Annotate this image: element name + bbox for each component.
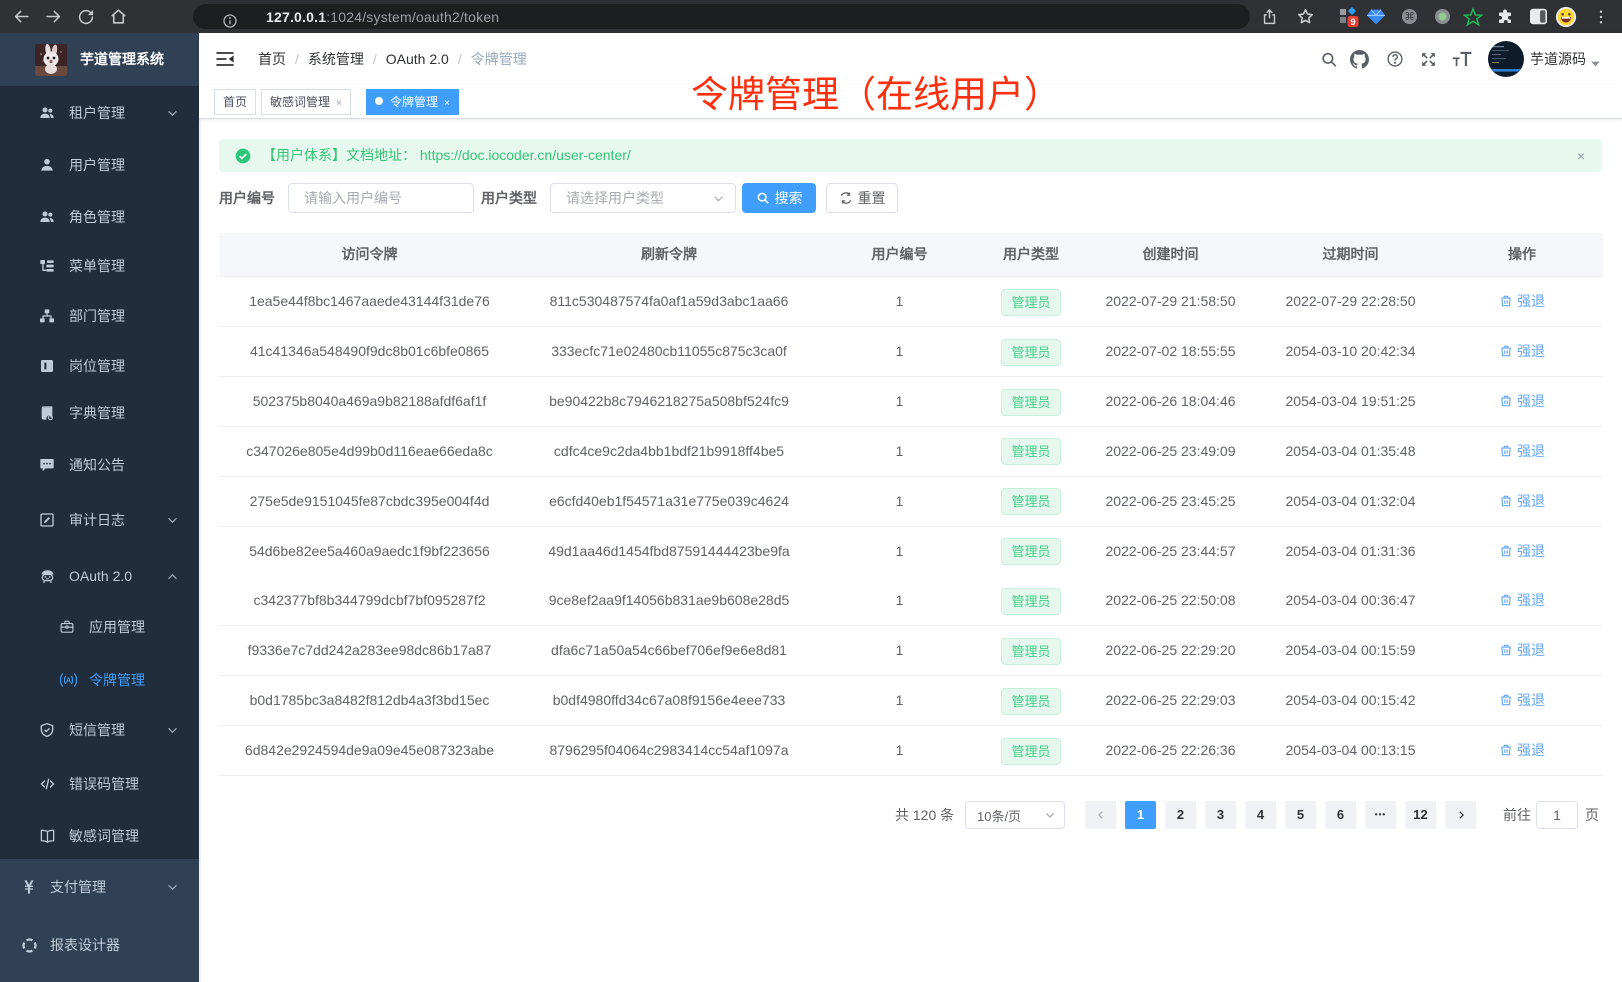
- svg-text:9: 9: [1350, 17, 1355, 27]
- svg-text:⌘: ⌘: [1404, 12, 1414, 23]
- svg-text:A: A: [66, 677, 71, 684]
